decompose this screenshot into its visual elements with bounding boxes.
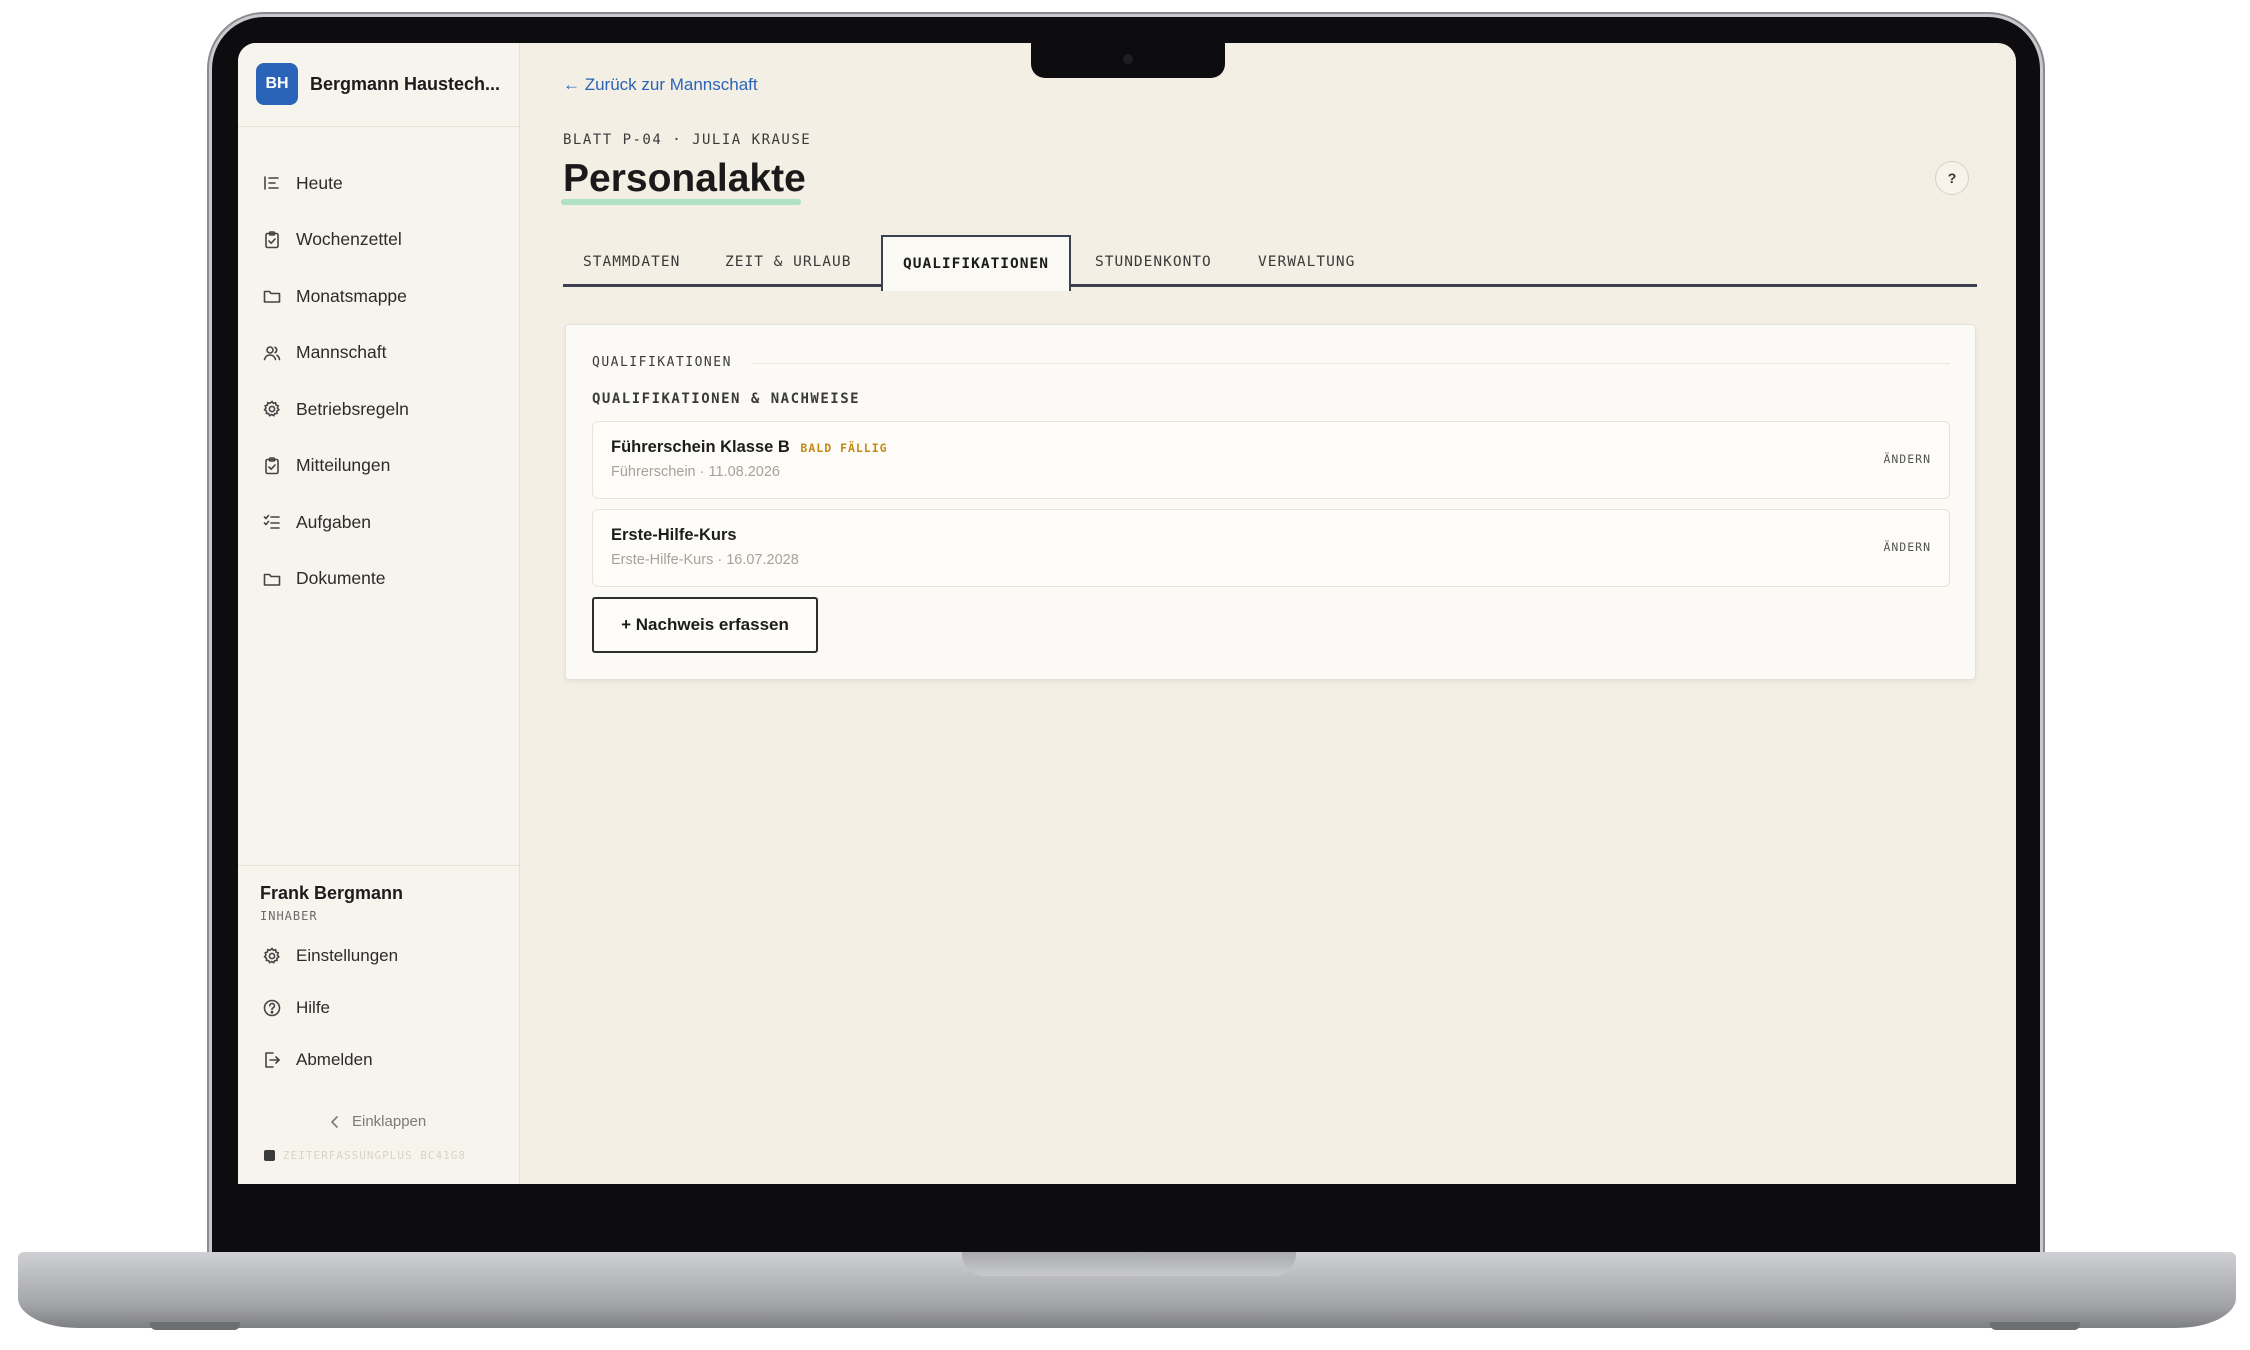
- sidebar-item-monatsmappe[interactable]: Monatsmappe: [262, 268, 409, 325]
- laptop-foot: [150, 1322, 240, 1330]
- laptop-base-notch: [962, 1252, 1296, 1276]
- main-content: ← Zurück zur Mannschaft BLATT P-04 · JUL…: [521, 43, 2016, 1184]
- qualification-name: Führerschein Klasse B BALD FÄLLIG: [611, 438, 888, 457]
- sidebar-item-label: Mitteilungen: [296, 455, 391, 476]
- collapse-button[interactable]: Einklappen: [328, 1113, 426, 1130]
- gear-icon: [263, 400, 280, 418]
- qualifications-card: QUALIFIKATIONEN QUALIFIKATIONEN & NACHWE…: [565, 324, 1976, 680]
- collapse-label: Einklappen: [352, 1113, 427, 1130]
- user-name: Frank Bergmann: [260, 883, 404, 903]
- sidebar-item-heute[interactable]: Heute: [262, 155, 409, 212]
- sidebar-item-hilfe[interactable]: Hilfe: [262, 982, 398, 1034]
- qualification-title: Erste-Hilfe-Kurs: [611, 526, 737, 544]
- edit-button[interactable]: ÄNDERN: [1883, 540, 1931, 554]
- list-item: Erste-Hilfe-Kurs Erste-Hilfe-Kurs · 16.0…: [592, 509, 1950, 587]
- qualification-meta: Führerschein · 11.08.2026: [611, 464, 781, 480]
- sidebar-item-abmelden[interactable]: Abmelden: [262, 1034, 398, 1086]
- divider: [238, 126, 520, 127]
- sidebar-item-wochenzettel[interactable]: Wochenzettel: [262, 212, 409, 269]
- tab-stundenkonto[interactable]: STUNDENKONTO: [1075, 237, 1232, 287]
- section-label: QUALIFIKATIONEN: [592, 355, 732, 370]
- sidebar: BH Bergmann Haustech... Heute Wochenzett…: [238, 43, 520, 1184]
- sidebar-item-aufgaben[interactable]: Aufgaben: [262, 494, 409, 551]
- brand-logo: BH: [256, 63, 298, 105]
- today-list-icon: [264, 176, 279, 191]
- chevron-left-icon: [330, 1115, 338, 1128]
- help-circle-icon: [263, 999, 281, 1017]
- sidebar-item-dokumente[interactable]: Dokumente: [262, 551, 409, 608]
- camera-icon: [1123, 54, 1133, 64]
- checklist-icon: [263, 514, 280, 530]
- divider: [238, 865, 520, 866]
- status-badge: BALD FÄLLIG: [800, 441, 888, 455]
- logout-icon: [265, 1052, 280, 1068]
- sidebar-item-betriebsregeln[interactable]: Betriebsregeln: [262, 381, 409, 438]
- tab-bar: STAMMDATEN ZEIT & URLAUB QUALIFIKATIONEN…: [563, 235, 1977, 291]
- page-title: Personalakte: [563, 157, 806, 200]
- version-info: ZEITERFASSUNGPLUS BC41G8: [264, 1149, 466, 1162]
- divider: [752, 363, 1950, 364]
- sidebar-item-label: Hilfe: [296, 998, 331, 1017]
- help-button[interactable]: ?: [1935, 161, 1969, 195]
- app-logo-icon: [264, 1150, 275, 1161]
- sidebar-bottom-nav: Einstellungen Hilfe Abmelden: [262, 930, 398, 1086]
- tab-stammdaten[interactable]: STAMMDATEN: [563, 237, 700, 287]
- sidebar-item-einstellungen[interactable]: Einstellungen: [262, 930, 398, 982]
- qualification-name: Erste-Hilfe-Kurs: [611, 526, 737, 545]
- camera-notch: [1031, 42, 1225, 78]
- brand[interactable]: BH Bergmann Haustech...: [256, 63, 500, 105]
- users-icon: [263, 345, 281, 361]
- qualification-meta: Erste-Hilfe-Kurs · 16.07.2028: [611, 552, 799, 568]
- sidebar-item-mannschaft[interactable]: Mannschaft: [262, 325, 409, 382]
- clipboard-check-icon: [265, 456, 279, 475]
- sidebar-item-label: Betriebsregeln: [296, 398, 409, 419]
- sidebar-item-label: Mannschaft: [296, 342, 387, 363]
- laptop-chin: [212, 1200, 2040, 1252]
- sidebar-item-label: Abmelden: [296, 1050, 373, 1069]
- clipboard-check-icon: [265, 230, 279, 249]
- subsection-label: QUALIFIKATIONEN & NACHWEISE: [592, 391, 861, 407]
- version-label: ZEITERFASSUNGPLUS BC41G8: [283, 1149, 466, 1162]
- sidebar-item-label: Einstellungen: [296, 946, 399, 965]
- tab-zeit-urlaub[interactable]: ZEIT & URLAUB: [705, 237, 872, 287]
- gear-icon: [263, 947, 280, 964]
- edit-button[interactable]: ÄNDERN: [1883, 452, 1931, 466]
- sidebar-item-label: Heute: [296, 172, 343, 193]
- tab-verwaltung[interactable]: VERWALTUNG: [1238, 237, 1375, 287]
- sidebar-item-mitteilungen[interactable]: Mitteilungen: [262, 438, 409, 495]
- sidebar-item-label: Wochenzettel: [296, 229, 402, 250]
- qualification-title: Führerschein Klasse B: [611, 438, 790, 456]
- tab-qualifikationen[interactable]: QUALIFIKATIONEN: [881, 235, 1071, 291]
- page-eyebrow: BLATT P-04 · JULIA KRAUSE: [563, 132, 812, 148]
- sidebar-item-label: Aufgaben: [296, 511, 371, 532]
- screen: BH Bergmann Haustech... Heute Wochenzett…: [238, 43, 2016, 1184]
- laptop-foot: [1990, 1322, 2080, 1330]
- add-proof-button[interactable]: + Nachweis erfassen: [592, 597, 818, 653]
- sidebar-item-label: Monatsmappe: [296, 285, 407, 306]
- folder-icon: [263, 573, 281, 586]
- sidebar-nav: Heute Wochenzettel Monatsmappe Mannschaf…: [262, 155, 409, 607]
- brand-name: Bergmann Haustech...: [310, 73, 501, 94]
- list-item: Führerschein Klasse B BALD FÄLLIG Führer…: [592, 421, 1950, 499]
- sidebar-item-label: Dokumente: [296, 568, 386, 589]
- back-link[interactable]: ← Zurück zur Mannschaft: [563, 75, 758, 95]
- folder-icon: [263, 290, 281, 304]
- user-role: INHABER: [260, 909, 318, 923]
